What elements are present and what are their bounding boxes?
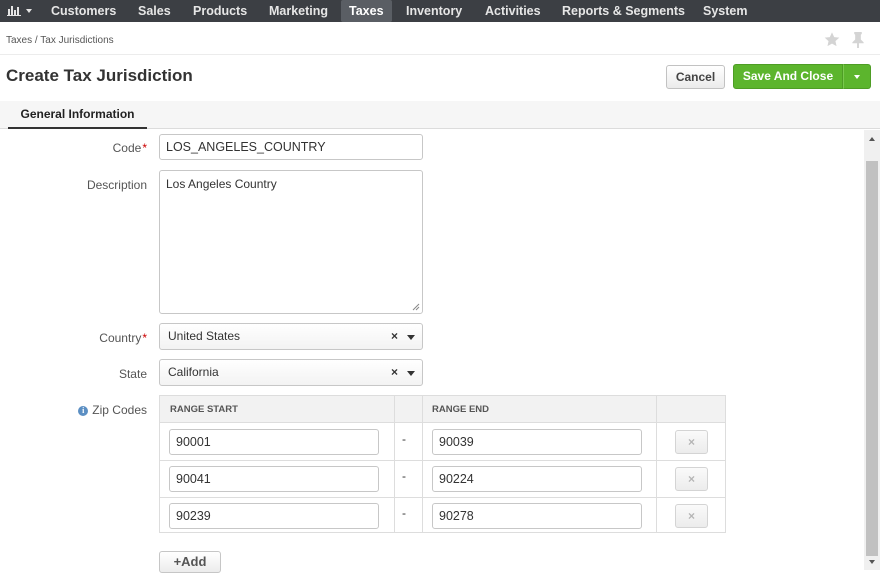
remove-row-button[interactable]: ×: [675, 504, 708, 528]
nav-item-inventory[interactable]: Inventory: [406, 0, 462, 22]
nav-item-system[interactable]: System: [703, 0, 747, 22]
description-value: Los Angeles Country: [166, 177, 277, 191]
zip-codes-table: RANGE START RANGE END - × - × - ×: [159, 395, 726, 533]
content-scrollbar[interactable]: [864, 130, 880, 570]
range-separator: -: [402, 432, 406, 446]
save-and-close-button[interactable]: Save And Close: [733, 64, 843, 89]
nav-item-taxes[interactable]: Taxes: [341, 0, 392, 22]
clear-country-icon[interactable]: ×: [391, 324, 398, 349]
nav-item-activities[interactable]: Activities: [485, 0, 541, 22]
nav-item-customers[interactable]: Customers: [51, 0, 116, 22]
save-options-dropdown-button[interactable]: [843, 64, 871, 89]
range-end-input[interactable]: [432, 503, 642, 529]
range-start-input[interactable]: [169, 429, 379, 455]
range-start-input[interactable]: [169, 466, 379, 492]
nav-item-marketing[interactable]: Marketing: [269, 0, 328, 22]
pin-icon[interactable]: [851, 31, 865, 48]
chevron-down-icon: [26, 9, 32, 13]
code-input[interactable]: [159, 134, 423, 160]
description-textarea[interactable]: Los Angeles Country: [159, 170, 423, 314]
range-end-input[interactable]: [432, 429, 642, 455]
page-title: Create Tax Jurisdiction: [6, 66, 193, 85]
nav-item-sales[interactable]: Sales: [138, 0, 171, 22]
remove-row-button[interactable]: ×: [675, 467, 708, 491]
country-label: Country*: [99, 331, 147, 345]
cancel-button[interactable]: Cancel: [666, 65, 725, 89]
tab-general-information[interactable]: General Information: [8, 101, 147, 129]
scrollbar-thumb[interactable]: [866, 161, 878, 556]
chevron-down-icon[interactable]: [407, 371, 415, 376]
chevron-down-icon[interactable]: [407, 335, 415, 340]
range-separator: -: [402, 506, 406, 520]
resize-handle-icon[interactable]: [412, 303, 420, 311]
star-icon[interactable]: [823, 31, 841, 48]
state-label: State: [118, 367, 147, 381]
header-divider: [0, 54, 880, 55]
required-marker: *: [142, 331, 147, 345]
breadcrumb: Taxes / Tax Jurisdictions: [6, 35, 114, 46]
remove-row-button[interactable]: ×: [675, 430, 708, 454]
range-start-input[interactable]: [169, 503, 379, 529]
nav-item-products[interactable]: Products: [193, 0, 247, 22]
dashboard-menu[interactable]: [0, 0, 38, 22]
column-header-range-start: RANGE START: [170, 404, 238, 415]
info-icon[interactable]: i: [78, 406, 89, 416]
scroll-down-icon[interactable]: [869, 560, 875, 564]
range-separator: -: [402, 469, 406, 483]
code-label: Code*: [112, 141, 147, 155]
nav-item-reports-segments[interactable]: Reports & Segments: [562, 0, 685, 22]
state-select[interactable]: California ×: [159, 359, 423, 386]
bar-chart-icon: [7, 6, 21, 16]
country-select[interactable]: United States ×: [159, 323, 423, 350]
country-value: United States: [168, 329, 241, 343]
top-navigation: Customers Sales Products Marketing Taxes…: [0, 0, 880, 22]
zip-codes-label: i Zip Codes: [78, 403, 147, 417]
scroll-up-icon[interactable]: [869, 137, 875, 141]
required-marker: *: [142, 141, 147, 155]
description-label: Description: [86, 178, 147, 192]
range-end-input[interactable]: [432, 466, 642, 492]
column-header-range-end: RANGE END: [432, 404, 490, 415]
state-value: California: [168, 365, 219, 379]
clear-state-icon[interactable]: ×: [391, 360, 398, 385]
chevron-down-icon: [854, 75, 860, 79]
